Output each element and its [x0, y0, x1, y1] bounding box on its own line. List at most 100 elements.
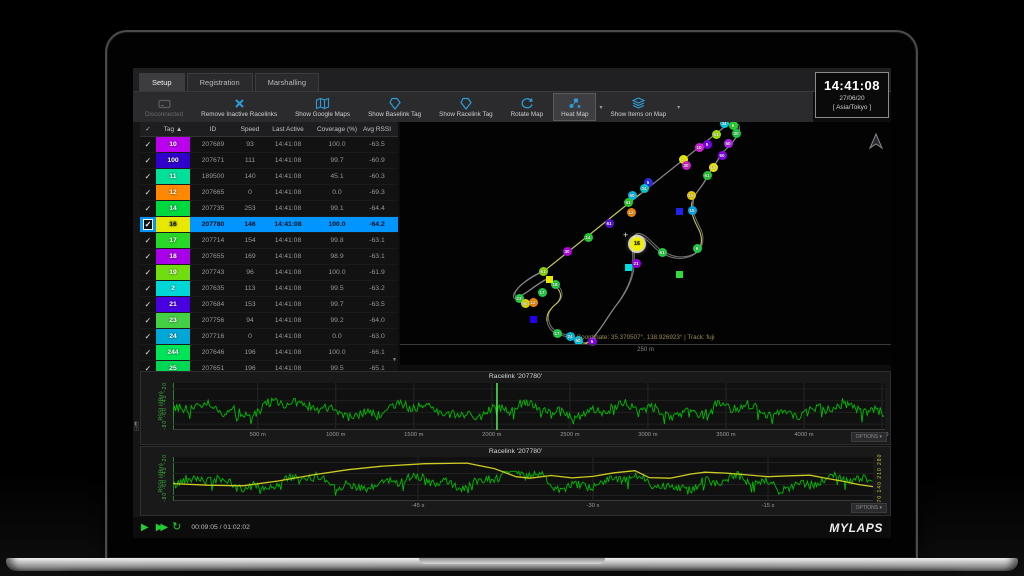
racelink-marker[interactable]: 34 [720, 122, 729, 128]
row-checkbox[interactable]: ✓ [145, 140, 152, 149]
selected-racelink-marker[interactable]: 16 [630, 237, 644, 251]
row-checkbox[interactable]: ✓ [143, 219, 154, 230]
compass-north-arrow-icon [870, 134, 882, 148]
racelink-marker[interactable]: 61 [712, 130, 721, 139]
racelink-marker[interactable]: 15 [687, 191, 696, 200]
row-checkbox[interactable]: ✓ [145, 268, 152, 277]
show-items-on-map-button[interactable]: Show Items on Map [603, 93, 675, 121]
row-checkbox[interactable]: ✓ [145, 316, 152, 325]
table-row[interactable]: ✓24420764619614:41:08100.0-66.1 [140, 345, 398, 361]
tab-marshalling[interactable]: Marshalling [255, 73, 319, 91]
chart-title: Racelink '207780' [141, 448, 890, 455]
table-row[interactable]: ✓12207665014:41:080.0-69.3 [140, 185, 398, 201]
racelink-marker[interactable]: 17 [538, 288, 547, 297]
fast-forward-button-icon[interactable]: ▶▶ [156, 523, 165, 533]
track-map-panel[interactable]: + 34630506151050196115152305346061126114… [400, 122, 891, 365]
row-checkbox[interactable]: ✓ [145, 252, 152, 261]
column-header-speed[interactable]: Speed [236, 126, 264, 133]
chart-options-button[interactable]: OPTIONS ▾ [851, 432, 887, 442]
racelink-marker[interactable]: 19 [709, 163, 718, 172]
cell-id: 207735 [190, 201, 236, 216]
racelink-marker[interactable]: 6 [693, 244, 702, 253]
racelink-marker[interactable]: 61 [605, 219, 614, 228]
table-row[interactable]: ✓1620778014614:41:08100.0-64.2 [140, 217, 398, 233]
row-checkbox[interactable]: ✓ [145, 332, 152, 341]
chart-options-button[interactable]: OPTIONS ▾ [851, 503, 887, 513]
racelink-marker[interactable]: 61 [658, 248, 667, 257]
show-racelink-tag-button[interactable]: Show Racelink Tag [431, 93, 500, 121]
row-checkbox[interactable]: ✓ [145, 300, 152, 309]
column-header-tag[interactable]: Tag ▲ [156, 126, 190, 133]
row-checkbox[interactable]: ✓ [145, 284, 152, 293]
show-google-maps-button[interactable]: Show Google Maps [287, 93, 358, 121]
table-row[interactable]: ✓220763511314:41:0899.5-63.2 [140, 281, 398, 297]
row-checkbox[interactable]: ✓ [145, 348, 152, 357]
table-row[interactable]: ✓10020767111114:41:0899.7-60.9 [140, 153, 398, 169]
map-crosshair-icon: + [623, 230, 628, 240]
racelink-marker[interactable]: 50 [724, 139, 733, 148]
racelink-marker[interactable]: 12 [529, 298, 538, 307]
racelink-marker[interactable]: 30 [732, 129, 741, 138]
baselink-marker[interactable] [676, 208, 683, 215]
table-scroll-arrow-icon[interactable]: ▼ [392, 357, 397, 363]
play-button-icon[interactable]: ▶ [141, 523, 149, 533]
racelink-marker[interactable]: 30 [563, 247, 572, 256]
baselink-marker[interactable] [625, 264, 632, 271]
tab-setup[interactable]: Setup [139, 73, 185, 91]
racelink-marker[interactable]: 61 [703, 171, 712, 180]
racelink-marker[interactable]: 15 [688, 206, 697, 215]
racelink-marker[interactable]: 61 [624, 198, 633, 207]
table-row[interactable]: ✓24207716014:41:080.0-63.0 [140, 329, 398, 345]
show-baselink-tag-button[interactable]: Show Baselink Tag [360, 93, 429, 121]
table-row[interactable]: ✓102076899314:41:08100.0-63.5 [140, 137, 398, 153]
row-checkbox[interactable]: ✓ [145, 172, 152, 181]
column-header-id[interactable]: ID [190, 126, 236, 133]
remove-inactive-racelinks-button[interactable]: Remove Inactive Racelinks [193, 93, 285, 121]
cell-last_active: 14:41:08 [264, 169, 312, 184]
column-header-check[interactable]: ✓ [140, 125, 156, 133]
table-row[interactable]: ✓192077439614:41:08100.0-61.9 [140, 265, 398, 281]
table-row[interactable]: ✓232077569414:41:0899.2-64.0 [140, 313, 398, 329]
baselink-marker[interactable] [530, 316, 537, 323]
racelink-marker[interactable]: 12 [627, 208, 636, 217]
dock-icons[interactable]: ◧◫ [133, 422, 140, 432]
row-checkbox[interactable]: ✓ [145, 188, 152, 197]
dropdown-caret-icon[interactable]: ▾ [677, 104, 680, 111]
table-row[interactable]: ✓1420773525314:41:0899.1-64.4 [140, 201, 398, 217]
row-checkbox[interactable]: ✓ [145, 156, 152, 165]
map-scale-line [400, 344, 891, 345]
table-row[interactable]: ✓1118950014014:41:0845.1-60.3 [140, 169, 398, 185]
heat-map-button[interactable]: Heat Map [553, 93, 596, 121]
tab-registration[interactable]: Registration [187, 73, 253, 91]
racelink-marker[interactable]: 34 [640, 184, 649, 193]
table-row[interactable]: ✓1820765516914:41:0898.9-63.1 [140, 249, 398, 265]
column-header-avg_rssi[interactable]: Avg RSSI [362, 126, 392, 133]
rssi-speed-time-chart[interactable]: Racelink '207780'RSSI (dBm)-80 -60 -40 -… [140, 446, 891, 516]
tag-color-cell: 24 [156, 329, 190, 344]
racelink-marker[interactable]: 50 [718, 151, 727, 160]
row-checkbox[interactable]: ✓ [145, 204, 152, 213]
row-checkbox[interactable]: ✓ [145, 236, 152, 245]
baselink-marker[interactable] [676, 271, 683, 278]
racelink-marker[interactable]: 61 [539, 267, 548, 276]
table-row[interactable]: ✓2520765119614:41:0899.5-65.1 [140, 361, 398, 371]
racelink-marker[interactable]: 14 [584, 233, 593, 242]
rssi-distance-chart[interactable]: Racelink '207780'RSSI (dBm)-80 -60 -40 -… [140, 371, 891, 445]
racelink-marker[interactable]: 5 [703, 140, 712, 149]
column-header-last_active[interactable]: Last Active [264, 126, 312, 133]
toolbar-button-label: Heat Map [561, 111, 588, 118]
rotate-map-button[interactable]: Rotate Map [503, 93, 552, 121]
table-row[interactable]: ✓2120768415314:41:0899.7-63.5 [140, 297, 398, 313]
disconnected-button[interactable]: Disconnected [137, 93, 191, 121]
table-row[interactable]: ✓1720771415414:41:0899.8-63.1 [140, 233, 398, 249]
toolbar-button-label: Show Google Maps [295, 111, 350, 118]
racelink-marker[interactable]: 10 [695, 143, 704, 152]
racelink-marker[interactable]: 30 [682, 161, 691, 170]
cell-last_active: 14:41:08 [264, 217, 312, 232]
racelink-marker[interactable]: 21 [632, 259, 641, 268]
chart-series-svg [173, 457, 873, 501]
loop-button-icon[interactable]: ↻ [172, 522, 181, 533]
row-checkbox[interactable]: ✓ [145, 364, 152, 371]
baselink-marker[interactable] [546, 276, 553, 283]
column-header-coverage[interactable]: Coverage (%) [312, 126, 362, 133]
